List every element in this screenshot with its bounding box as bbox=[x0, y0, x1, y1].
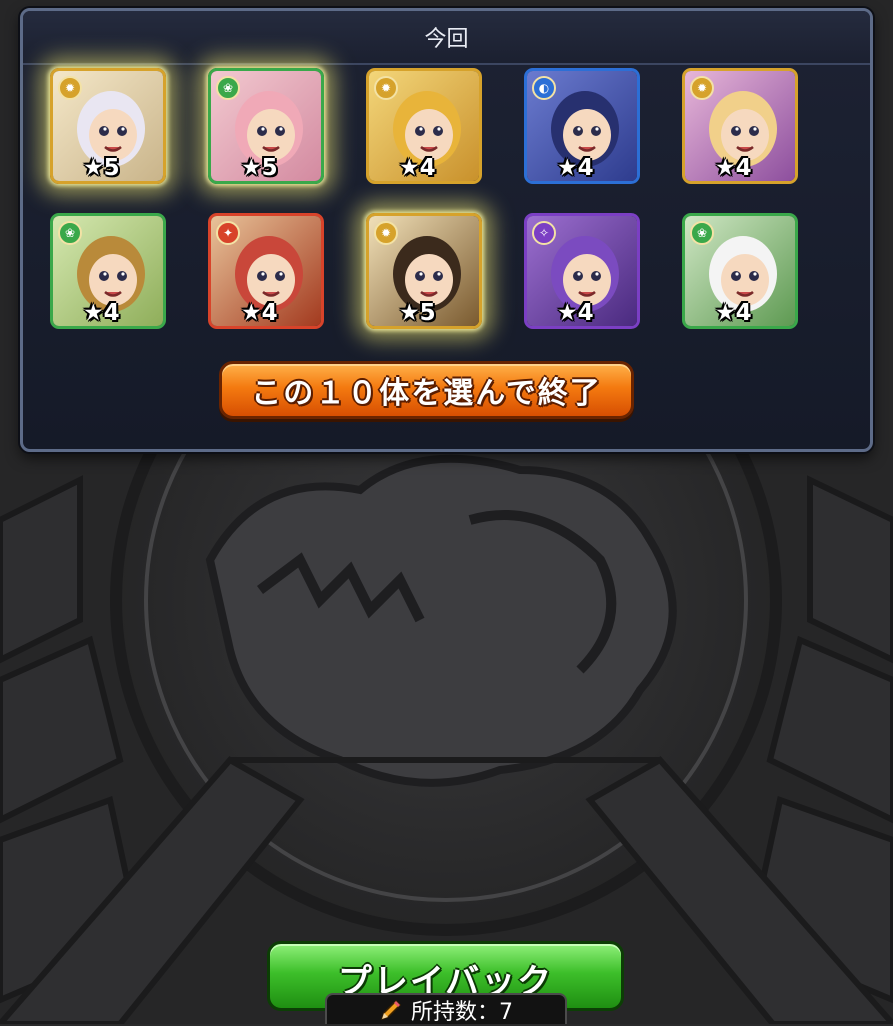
monster-card[interactable]: ✦ ★4 bbox=[208, 213, 324, 329]
star-rarity: ★4 bbox=[557, 155, 594, 181]
star-rarity: ★4 bbox=[715, 300, 752, 326]
monster-card[interactable]: ✹ ★4 bbox=[682, 68, 798, 184]
monster-card[interactable]: ◐ ★4 bbox=[524, 68, 640, 184]
monster-card[interactable]: ❀ ★4 bbox=[682, 213, 798, 329]
star-rarity: ★5 bbox=[241, 155, 278, 181]
star-rarity: ★4 bbox=[715, 155, 752, 181]
panel-title: 今回 bbox=[424, 27, 469, 52]
monster-card[interactable]: ✹ ★5 bbox=[366, 213, 482, 329]
wood-element-icon: ❀ bbox=[216, 76, 240, 100]
star-rarity: ★4 bbox=[399, 155, 436, 181]
wood-element-icon: ❀ bbox=[690, 221, 714, 245]
light-element-icon: ✹ bbox=[374, 221, 398, 245]
light-element-icon: ✹ bbox=[690, 76, 714, 100]
monster-card[interactable]: ❀ ★5 bbox=[208, 68, 324, 184]
star-rarity: ★4 bbox=[83, 300, 120, 326]
fire-element-icon: ✦ bbox=[216, 221, 240, 245]
owned-count-box: 所持数：7 bbox=[325, 993, 567, 1025]
monster-card[interactable]: ❀ ★4 bbox=[50, 213, 166, 329]
owned-count-label: 所持数：7 bbox=[411, 999, 513, 1025]
select-ten-button[interactable]: この１０体を選んで終了 bbox=[219, 361, 634, 419]
select-ten-button-label: この１０体を選んで終了 bbox=[251, 376, 602, 411]
panel-header: 今回 bbox=[23, 11, 870, 65]
monster-card[interactable]: ✹ ★4 bbox=[366, 68, 482, 184]
star-rarity: ★4 bbox=[557, 300, 594, 326]
monster-card[interactable]: ✹ ★5 bbox=[50, 68, 166, 184]
water-element-icon: ◐ bbox=[532, 76, 556, 100]
star-rarity: ★4 bbox=[241, 300, 278, 326]
star-rarity: ★5 bbox=[83, 155, 120, 181]
light-element-icon: ✹ bbox=[58, 76, 82, 100]
wood-element-icon: ❀ bbox=[58, 221, 82, 245]
pencil-icon bbox=[380, 999, 402, 1020]
dark-element-icon: ✧ bbox=[532, 221, 556, 245]
monster-card[interactable]: ✧ ★4 bbox=[524, 213, 640, 329]
light-element-icon: ✹ bbox=[374, 76, 398, 100]
star-rarity: ★5 bbox=[399, 300, 436, 326]
